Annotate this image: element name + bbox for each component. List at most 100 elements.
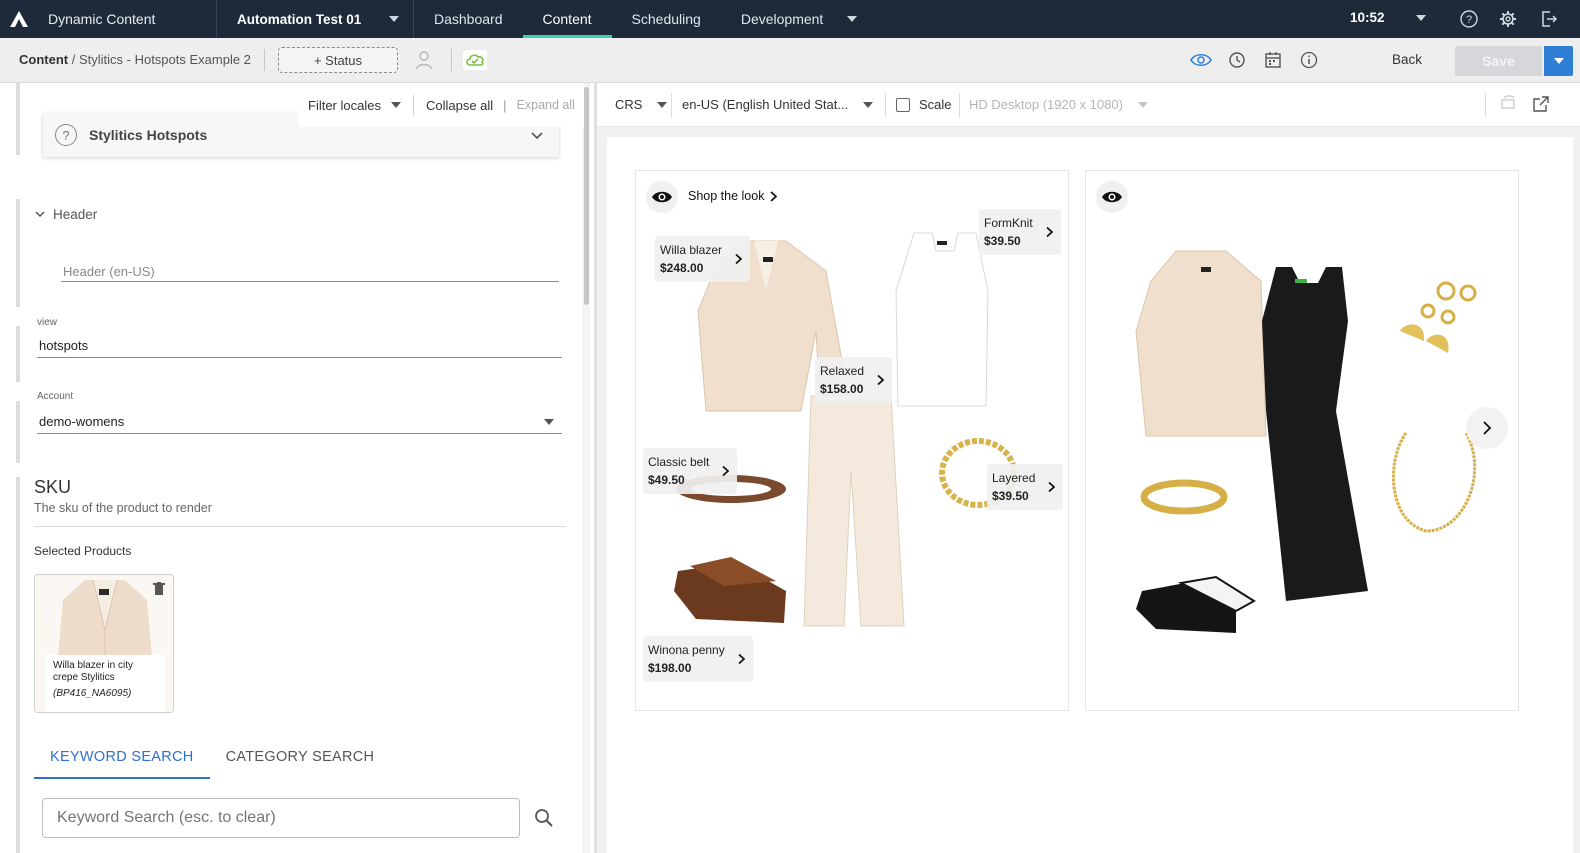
locale-label: en-US (English United Stat...: [682, 97, 849, 112]
save-button[interactable]: Save: [1455, 46, 1542, 76]
assignee-user-icon[interactable]: [413, 49, 435, 71]
locale-dropdown[interactable]: en-US (English United Stat...: [682, 97, 874, 112]
keyword-search-input[interactable]: [42, 798, 520, 838]
hotspot-name: Classic belt: [648, 455, 710, 469]
settings-gear-icon[interactable]: [1497, 8, 1519, 30]
chevron-right-icon: [722, 465, 730, 477]
hotspot-name: FormKnit: [984, 216, 1033, 230]
chevron-down-icon[interactable]: [531, 128, 543, 143]
tab-keyword-search[interactable]: KEYWORD SEARCH: [34, 741, 210, 779]
breadcrumb-item: / Stylitics - Hotspots Example 2: [71, 52, 251, 67]
hotspot-name: Relaxed: [820, 364, 865, 378]
device-dropdown[interactable]: HD Desktop (1920 x 1080): [969, 97, 1148, 112]
delete-trash-icon[interactable]: [153, 582, 165, 599]
crs-dropdown[interactable]: CRS: [615, 97, 668, 112]
nav-dashboard[interactable]: Dashboard: [414, 0, 523, 38]
hub-caret-icon: [389, 16, 399, 22]
section-indicator: [16, 401, 20, 463]
chevron-right-icon: [1046, 226, 1053, 238]
collapse-all-button[interactable]: Collapse all: [426, 98, 493, 113]
rotate-device-icon[interactable]: [1499, 95, 1517, 113]
chevron-down-icon: [35, 211, 45, 218]
controls-pipe: |: [503, 97, 507, 113]
hotspot-name: Layered: [992, 471, 1036, 485]
app-title: Dynamic Content: [48, 11, 156, 27]
section-indicator: [16, 326, 20, 382]
back-button[interactable]: Back: [1392, 52, 1422, 67]
hotspot-relaxed[interactable]: Relaxed $158.00: [815, 357, 893, 403]
hotspot-classic-belt[interactable]: Classic belt $49.50: [643, 448, 738, 494]
hotspot-price: $248.00: [660, 261, 704, 275]
save-options-caret-icon[interactable]: [1544, 46, 1573, 76]
chevron-right-icon: [877, 374, 885, 386]
hub-name: Automation Test 01: [237, 11, 362, 27]
chevron-right-icon: [1048, 481, 1056, 493]
hotspot-willa-blazer[interactable]: Willa blazer $248.00: [655, 236, 751, 282]
calendar-icon[interactable]: [1262, 49, 1284, 71]
sku-description: The sku of the product to render: [34, 501, 212, 515]
help-circle-icon[interactable]: ?: [55, 124, 77, 146]
device-label: HD Desktop (1920 x 1080): [969, 97, 1123, 112]
view-value: hotspots: [39, 338, 89, 353]
cloud-sync-icon[interactable]: [463, 50, 487, 70]
selected-product-card[interactable]: Willa blazer in city crepe Stylitics (BP…: [34, 574, 174, 713]
amplience-logo-icon[interactable]: [0, 0, 38, 38]
chevron-right-icon: [735, 253, 743, 265]
form-scrollbar-thumb[interactable]: [584, 87, 589, 305]
filter-locales-dropdown[interactable]: Filter locales: [298, 98, 401, 113]
sku-title: SKU: [34, 477, 72, 497]
header-section-toggle[interactable]: Header: [35, 207, 97, 222]
hotspot-layered[interactable]: Layered $39.50: [987, 464, 1064, 510]
logout-icon[interactable]: [1538, 8, 1560, 30]
clock-time: 10:52: [1350, 10, 1385, 25]
outfit-1-eye-icon[interactable]: [646, 181, 678, 213]
hotspot-name: Willa blazer: [660, 243, 723, 257]
carousel-next-chevron-icon[interactable]: [1466, 407, 1508, 449]
nav-scheduling[interactable]: Scheduling: [612, 0, 721, 38]
nav-development[interactable]: Development: [721, 0, 844, 38]
expand-all-button[interactable]: Expand all: [517, 98, 575, 112]
shop-the-look-link[interactable]: Shop the look: [688, 189, 778, 203]
header-field[interactable]: Header (en-US): [61, 259, 559, 282]
view-field[interactable]: view hotspots: [37, 317, 562, 358]
account-label: Account: [37, 391, 74, 402]
toolbar-divider: [671, 93, 672, 117]
open-external-icon[interactable]: [1532, 95, 1550, 113]
nav-content[interactable]: Content: [522, 0, 612, 38]
device-caret-icon: [1137, 101, 1148, 108]
hotspot-price: $39.50: [984, 234, 1021, 248]
tab-category-search[interactable]: CATEGORY SEARCH: [210, 741, 391, 779]
selected-products-label: Selected Products: [34, 544, 132, 558]
hotspot-winona-penny[interactable]: Winona penny $198.00: [643, 636, 753, 682]
account-select[interactable]: Account demo-womens: [37, 391, 562, 434]
history-icon[interactable]: [1226, 49, 1248, 71]
toolbar-divider: [451, 49, 452, 71]
preview-toolbar: CRS en-US (English United Stat... Scale …: [597, 83, 1580, 127]
outfit-2-eye-icon[interactable]: [1096, 181, 1128, 213]
hotspot-formknit[interactable]: FormKnit $39.50: [979, 209, 1061, 255]
help-icon[interactable]: ?: [1458, 8, 1480, 30]
hotspot-price: $49.50: [648, 473, 685, 487]
chevron-right-icon: [738, 653, 745, 665]
filter-locales-label: Filter locales: [308, 97, 381, 113]
hotspot-price: $198.00: [648, 661, 692, 675]
visualization-eye-icon[interactable]: [1190, 49, 1212, 71]
crs-label: CRS: [615, 97, 643, 112]
hub-selector[interactable]: Automation Test 01: [217, 12, 413, 27]
scale-checkbox[interactable]: Scale: [896, 97, 952, 112]
breadcrumb-root[interactable]: Content: [19, 52, 68, 67]
add-status-button[interactable]: + Status: [278, 47, 398, 73]
content-toolbar: Content / Stylitics - Hotspots Example 2…: [0, 38, 1580, 83]
toolbar-divider: [885, 93, 886, 117]
clock-caret-icon[interactable]: [1416, 15, 1426, 21]
divider: [34, 526, 566, 527]
header-section-label: Header: [53, 207, 98, 222]
outfit-card-2[interactable]: [1085, 170, 1519, 711]
scale-label: Scale: [919, 97, 952, 112]
product-name: Willa blazer in city crepe Stylitics: [53, 660, 134, 683]
scale-checkbox-box[interactable]: [896, 97, 910, 112]
search-icon[interactable]: [534, 808, 554, 831]
nav-more-caret-icon[interactable]: [847, 16, 858, 22]
info-icon[interactable]: [1298, 49, 1320, 71]
chevron-right-icon: [770, 190, 778, 202]
